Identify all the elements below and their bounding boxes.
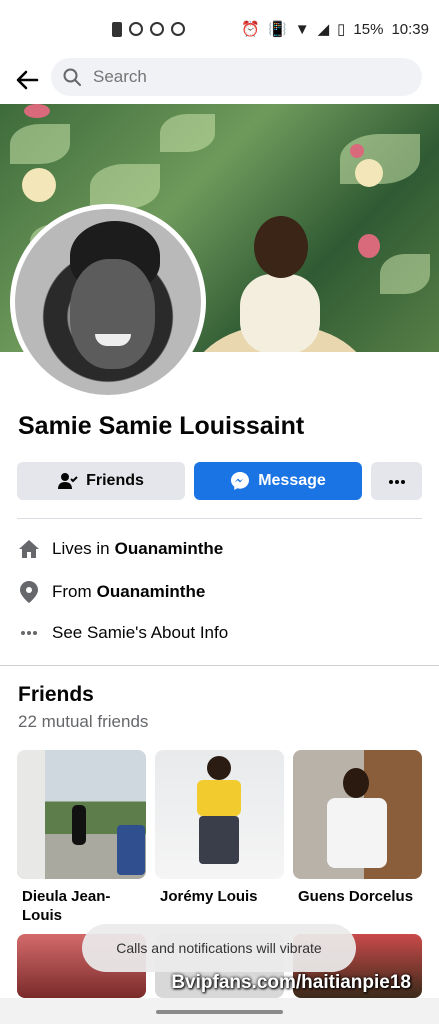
friend-photo [17,750,146,879]
vibrate-toast: Calls and notifications will vibrate [82,924,356,972]
search-input[interactable] [91,66,395,88]
search-bar[interactable] [51,58,422,96]
info-from: From Ouanaminthe [17,580,205,604]
watermark: Bvipfans.com/haitianpie18 [171,972,411,993]
wifi-icon: ▼ [294,20,310,38]
app-notification-icon [150,22,164,36]
profile-picture[interactable] [10,204,206,400]
alarm-icon: ⏰ [241,21,261,38]
about-info-label: See Samie's About Info [52,623,229,642]
back-arrow-icon[interactable] [12,65,42,95]
vibrate-icon: 📳 [268,21,287,38]
friend-name: Guens Dorcelus [298,888,414,905]
home-gesture-handle[interactable] [156,1010,283,1014]
friends-section-title: Friends [18,683,94,706]
avatar [15,209,201,395]
info-value[interactable]: Ouanaminthe [97,582,206,602]
signal-icon: ◢ [317,21,330,38]
friend-photo [155,750,284,879]
message-button[interactable]: Message [194,462,362,500]
friend-card[interactable]: Guens Dorcelus [293,750,422,906]
more-dots-icon [388,472,406,490]
system-icons: ⏰ 📳 ▼ ◢ ▯ 15% 10:39 [241,20,429,39]
home-icon [17,537,41,561]
profile-actions: Friends Message [17,462,422,502]
app-notification-icon [171,22,185,36]
message-button-label: Message [258,472,326,489]
system-nav-bar [0,998,439,1024]
friend-name: Dieula Jean-Louis [22,888,111,924]
friend-check-icon [58,472,78,490]
battery-percent: 15% [353,20,384,38]
mutual-friends-count: 22 mutual friends [18,712,149,731]
profile-name: Samie Samie Louissaint [18,412,305,440]
more-options-button[interactable] [371,462,422,500]
friend-photo [293,750,422,879]
more-dots-icon [17,621,41,645]
friend-card[interactable]: Dieula Jean-Louis [17,750,146,925]
info-value[interactable]: Ouanaminthe [115,539,224,559]
see-about-info-link[interactable]: See Samie's About Info [17,621,228,645]
notification-icons [112,21,185,37]
section-separator [0,665,439,666]
location-pin-icon [17,580,41,604]
divider [17,518,422,519]
clock: 10:39 [391,20,429,38]
top-bar [0,58,439,102]
status-bar: ⏰ 📳 ▼ ◢ ▯ 15% 10:39 [0,0,439,58]
info-label: Lives in [52,539,110,558]
friend-name: Jorémy Louis [160,888,258,905]
battery-alert-icon [112,21,122,37]
friend-card[interactable]: Jorémy Louis [155,750,284,906]
search-icon [63,67,83,87]
info-lives-in: Lives in Ouanaminthe [17,537,223,561]
friends-button-label: Friends [86,472,144,489]
app-notification-icon [129,22,143,36]
messenger-icon [230,471,250,491]
info-label: From [52,582,92,601]
friends-button[interactable]: Friends [17,462,185,500]
battery-icon: ▯ [337,21,346,38]
